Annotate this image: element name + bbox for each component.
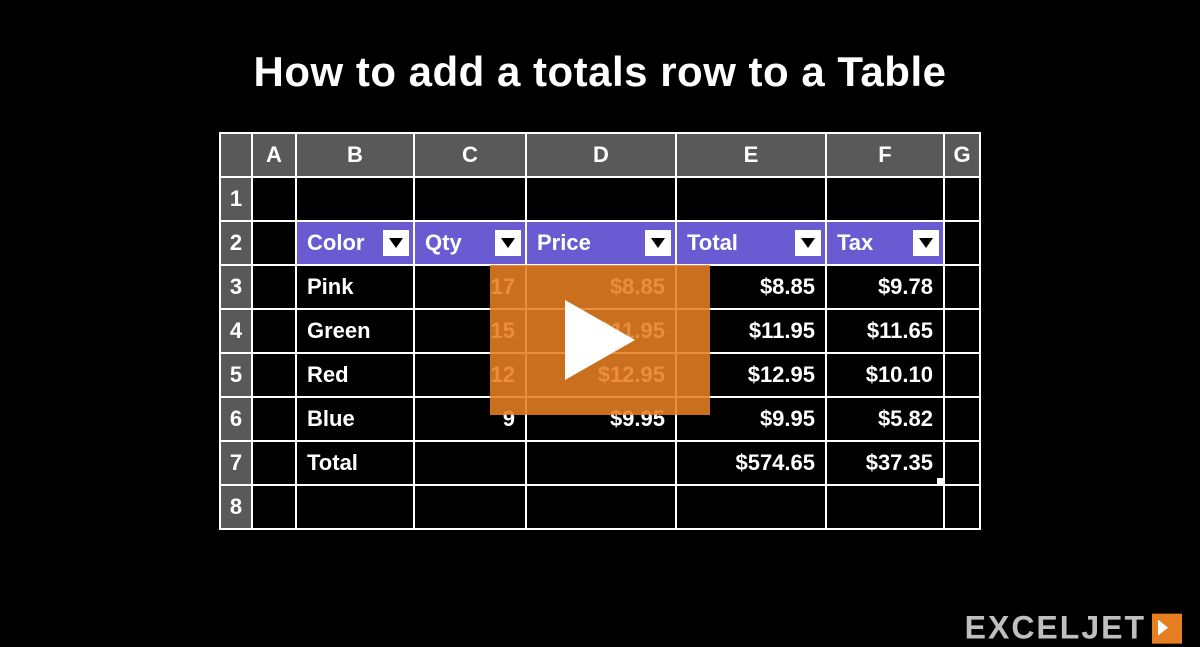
- table-header-price-label: Price: [537, 230, 591, 255]
- row-2: 2 Color Qty Price Total: [220, 221, 980, 265]
- table-header-color[interactable]: Color: [296, 221, 414, 265]
- col-header-F[interactable]: F: [826, 133, 944, 177]
- cell-E1[interactable]: [676, 177, 826, 221]
- row-header-5[interactable]: 5: [220, 353, 252, 397]
- filter-button-tax[interactable]: [913, 230, 939, 256]
- cell-G6[interactable]: [944, 397, 980, 441]
- cell-D7[interactable]: [526, 441, 676, 485]
- cell-E8[interactable]: [676, 485, 826, 529]
- col-header-A[interactable]: A: [252, 133, 296, 177]
- cell-B7[interactable]: Total: [296, 441, 414, 485]
- col-header-D[interactable]: D: [526, 133, 676, 177]
- cell-F6[interactable]: $5.82: [826, 397, 944, 441]
- table-header-qty[interactable]: Qty: [414, 221, 526, 265]
- cell-F8[interactable]: [826, 485, 944, 529]
- row-header-7[interactable]: 7: [220, 441, 252, 485]
- table-header-total[interactable]: Total: [676, 221, 826, 265]
- chevron-down-icon: [501, 238, 515, 248]
- row-7-totals: 7 Total $574.65 $37.35: [220, 441, 980, 485]
- watermark-logo: EXCELJET: [965, 610, 1182, 647]
- select-all-corner[interactable]: [220, 133, 252, 177]
- row-1: 1: [220, 177, 980, 221]
- cell-B1[interactable]: [296, 177, 414, 221]
- filter-button-price[interactable]: [645, 230, 671, 256]
- page-title: How to add a totals row to a Table: [0, 0, 1200, 132]
- row-header-3[interactable]: 3: [220, 265, 252, 309]
- cell-A8[interactable]: [252, 485, 296, 529]
- table-header-color-label: Color: [307, 230, 364, 255]
- filter-button-total[interactable]: [795, 230, 821, 256]
- col-header-E[interactable]: E: [676, 133, 826, 177]
- cell-A5[interactable]: [252, 353, 296, 397]
- cell-B5[interactable]: Red: [296, 353, 414, 397]
- cell-C8[interactable]: [414, 485, 526, 529]
- cell-G2[interactable]: [944, 221, 980, 265]
- cell-G7[interactable]: [944, 441, 980, 485]
- row-header-2[interactable]: 2: [220, 221, 252, 265]
- col-header-C[interactable]: C: [414, 133, 526, 177]
- row-header-6[interactable]: 6: [220, 397, 252, 441]
- cell-C7[interactable]: [414, 441, 526, 485]
- cell-A1[interactable]: [252, 177, 296, 221]
- row-header-4[interactable]: 4: [220, 309, 252, 353]
- cell-A7[interactable]: [252, 441, 296, 485]
- cell-F3[interactable]: $9.78: [826, 265, 944, 309]
- filter-button-qty[interactable]: [495, 230, 521, 256]
- cell-C1[interactable]: [414, 177, 526, 221]
- table-header-tax-label: Tax: [837, 230, 873, 255]
- selection-handle[interactable]: [937, 478, 945, 486]
- filter-button-color[interactable]: [383, 230, 409, 256]
- cell-F7-value: $37.35: [866, 450, 933, 475]
- chevron-down-icon: [651, 238, 665, 248]
- column-header-row: A B C D E F G: [220, 133, 980, 177]
- cell-G4[interactable]: [944, 309, 980, 353]
- cell-B6[interactable]: Blue: [296, 397, 414, 441]
- watermark-text: EXCELJET: [965, 610, 1146, 647]
- cell-D1[interactable]: [526, 177, 676, 221]
- cell-A6[interactable]: [252, 397, 296, 441]
- chevron-down-icon: [389, 238, 403, 248]
- watermark-play-icon: [1152, 613, 1182, 643]
- chevron-down-icon: [801, 238, 815, 248]
- row-8: 8: [220, 485, 980, 529]
- table-header-price[interactable]: Price: [526, 221, 676, 265]
- cell-G1[interactable]: [944, 177, 980, 221]
- col-header-B[interactable]: B: [296, 133, 414, 177]
- cell-G5[interactable]: [944, 353, 980, 397]
- cell-F7[interactable]: $37.35: [826, 441, 944, 485]
- table-header-total-label: Total: [687, 230, 738, 255]
- chevron-down-icon: [919, 238, 933, 248]
- cell-D8[interactable]: [526, 485, 676, 529]
- row-header-8[interactable]: 8: [220, 485, 252, 529]
- table-header-tax[interactable]: Tax: [826, 221, 944, 265]
- cell-F1[interactable]: [826, 177, 944, 221]
- cell-F4[interactable]: $11.65: [826, 309, 944, 353]
- cell-A4[interactable]: [252, 309, 296, 353]
- cell-B4[interactable]: Green: [296, 309, 414, 353]
- cell-A3[interactable]: [252, 265, 296, 309]
- cell-B8[interactable]: [296, 485, 414, 529]
- cell-F5[interactable]: $10.10: [826, 353, 944, 397]
- col-header-G[interactable]: G: [944, 133, 980, 177]
- cell-B3[interactable]: Pink: [296, 265, 414, 309]
- cell-G3[interactable]: [944, 265, 980, 309]
- cell-A2[interactable]: [252, 221, 296, 265]
- row-header-1[interactable]: 1: [220, 177, 252, 221]
- cell-E7[interactable]: $574.65: [676, 441, 826, 485]
- cell-G8[interactable]: [944, 485, 980, 529]
- play-button[interactable]: [490, 265, 710, 415]
- table-header-qty-label: Qty: [425, 230, 462, 255]
- play-icon: [565, 300, 635, 380]
